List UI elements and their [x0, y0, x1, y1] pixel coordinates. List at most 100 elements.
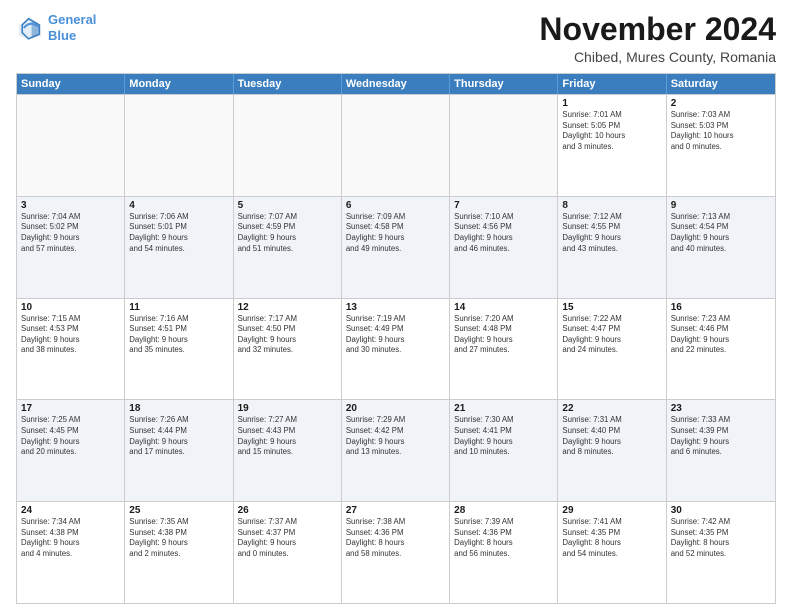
col-monday: Monday: [125, 74, 233, 94]
day-number: 10: [21, 302, 120, 313]
main-title: November 2024: [539, 12, 776, 47]
header: General Blue November 2024 Chibed, Mures…: [16, 12, 776, 65]
cal-cell: 4Sunrise: 7:06 AM Sunset: 5:01 PM Daylig…: [125, 197, 233, 298]
day-number: 18: [129, 403, 228, 414]
day-number: 28: [454, 505, 553, 516]
day-number: 7: [454, 200, 553, 211]
day-info: Sunrise: 7:34 AM Sunset: 4:38 PM Dayligh…: [21, 517, 120, 559]
day-info: Sunrise: 7:25 AM Sunset: 4:45 PM Dayligh…: [21, 415, 120, 457]
cal-cell: 23Sunrise: 7:33 AM Sunset: 4:39 PM Dayli…: [667, 400, 775, 501]
cal-cell: 19Sunrise: 7:27 AM Sunset: 4:43 PM Dayli…: [234, 400, 342, 501]
cal-cell: 18Sunrise: 7:26 AM Sunset: 4:44 PM Dayli…: [125, 400, 233, 501]
cal-cell: 29Sunrise: 7:41 AM Sunset: 4:35 PM Dayli…: [558, 502, 666, 603]
cal-cell: [450, 95, 558, 196]
day-info: Sunrise: 7:13 AM Sunset: 4:54 PM Dayligh…: [671, 212, 771, 254]
day-number: 19: [238, 403, 337, 414]
day-info: Sunrise: 7:33 AM Sunset: 4:39 PM Dayligh…: [671, 415, 771, 457]
day-number: 12: [238, 302, 337, 313]
cal-cell: 21Sunrise: 7:30 AM Sunset: 4:41 PM Dayli…: [450, 400, 558, 501]
logo-line1: General: [48, 12, 96, 27]
day-info: Sunrise: 7:19 AM Sunset: 4:49 PM Dayligh…: [346, 314, 445, 356]
cal-cell: 11Sunrise: 7:16 AM Sunset: 4:51 PM Dayli…: [125, 299, 233, 400]
day-number: 4: [129, 200, 228, 211]
day-info: Sunrise: 7:30 AM Sunset: 4:41 PM Dayligh…: [454, 415, 553, 457]
cal-cell: 10Sunrise: 7:15 AM Sunset: 4:53 PM Dayli…: [17, 299, 125, 400]
day-number: 17: [21, 403, 120, 414]
cal-cell: 28Sunrise: 7:39 AM Sunset: 4:36 PM Dayli…: [450, 502, 558, 603]
cal-cell: 2Sunrise: 7:03 AM Sunset: 5:03 PM Daylig…: [667, 95, 775, 196]
cal-cell: 27Sunrise: 7:38 AM Sunset: 4:36 PM Dayli…: [342, 502, 450, 603]
cal-cell: 7Sunrise: 7:10 AM Sunset: 4:56 PM Daylig…: [450, 197, 558, 298]
logo-text: General Blue: [48, 12, 96, 43]
calendar-body: 1Sunrise: 7:01 AM Sunset: 5:05 PM Daylig…: [17, 94, 775, 603]
day-number: 11: [129, 302, 228, 313]
day-number: 5: [238, 200, 337, 211]
cal-cell: [17, 95, 125, 196]
calendar-header: Sunday Monday Tuesday Wednesday Thursday…: [17, 74, 775, 94]
col-saturday: Saturday: [667, 74, 775, 94]
cal-cell: 16Sunrise: 7:23 AM Sunset: 4:46 PM Dayli…: [667, 299, 775, 400]
day-info: Sunrise: 7:09 AM Sunset: 4:58 PM Dayligh…: [346, 212, 445, 254]
col-thursday: Thursday: [450, 74, 558, 94]
cal-cell: 26Sunrise: 7:37 AM Sunset: 4:37 PM Dayli…: [234, 502, 342, 603]
cal-cell: 1Sunrise: 7:01 AM Sunset: 5:05 PM Daylig…: [558, 95, 666, 196]
day-number: 27: [346, 505, 445, 516]
day-number: 9: [671, 200, 771, 211]
cal-cell: 12Sunrise: 7:17 AM Sunset: 4:50 PM Dayli…: [234, 299, 342, 400]
cal-row-4: 24Sunrise: 7:34 AM Sunset: 4:38 PM Dayli…: [17, 501, 775, 603]
day-info: Sunrise: 7:35 AM Sunset: 4:38 PM Dayligh…: [129, 517, 228, 559]
day-number: 16: [671, 302, 771, 313]
day-info: Sunrise: 7:23 AM Sunset: 4:46 PM Dayligh…: [671, 314, 771, 356]
cal-cell: 5Sunrise: 7:07 AM Sunset: 4:59 PM Daylig…: [234, 197, 342, 298]
day-info: Sunrise: 7:10 AM Sunset: 4:56 PM Dayligh…: [454, 212, 553, 254]
cal-cell: 3Sunrise: 7:04 AM Sunset: 5:02 PM Daylig…: [17, 197, 125, 298]
cal-cell: [234, 95, 342, 196]
cal-cell: 17Sunrise: 7:25 AM Sunset: 4:45 PM Dayli…: [17, 400, 125, 501]
cal-row-0: 1Sunrise: 7:01 AM Sunset: 5:05 PM Daylig…: [17, 94, 775, 196]
cal-row-2: 10Sunrise: 7:15 AM Sunset: 4:53 PM Dayli…: [17, 298, 775, 400]
day-number: 15: [562, 302, 661, 313]
day-info: Sunrise: 7:16 AM Sunset: 4:51 PM Dayligh…: [129, 314, 228, 356]
col-tuesday: Tuesday: [234, 74, 342, 94]
day-info: Sunrise: 7:12 AM Sunset: 4:55 PM Dayligh…: [562, 212, 661, 254]
day-info: Sunrise: 7:20 AM Sunset: 4:48 PM Dayligh…: [454, 314, 553, 356]
day-number: 3: [21, 200, 120, 211]
col-friday: Friday: [558, 74, 666, 94]
cal-cell: 24Sunrise: 7:34 AM Sunset: 4:38 PM Dayli…: [17, 502, 125, 603]
logo: General Blue: [16, 12, 96, 43]
day-number: 22: [562, 403, 661, 414]
cal-cell: [125, 95, 233, 196]
day-info: Sunrise: 7:17 AM Sunset: 4:50 PM Dayligh…: [238, 314, 337, 356]
day-info: Sunrise: 7:04 AM Sunset: 5:02 PM Dayligh…: [21, 212, 120, 254]
day-number: 24: [21, 505, 120, 516]
page: General Blue November 2024 Chibed, Mures…: [0, 0, 792, 612]
day-number: 13: [346, 302, 445, 313]
day-number: 2: [671, 98, 771, 109]
day-info: Sunrise: 7:38 AM Sunset: 4:36 PM Dayligh…: [346, 517, 445, 559]
logo-icon: [16, 14, 44, 42]
col-sunday: Sunday: [17, 74, 125, 94]
day-number: 25: [129, 505, 228, 516]
day-number: 26: [238, 505, 337, 516]
day-info: Sunrise: 7:07 AM Sunset: 4:59 PM Dayligh…: [238, 212, 337, 254]
cal-cell: 20Sunrise: 7:29 AM Sunset: 4:42 PM Dayli…: [342, 400, 450, 501]
day-info: Sunrise: 7:27 AM Sunset: 4:43 PM Dayligh…: [238, 415, 337, 457]
day-info: Sunrise: 7:41 AM Sunset: 4:35 PM Dayligh…: [562, 517, 661, 559]
cal-cell: 8Sunrise: 7:12 AM Sunset: 4:55 PM Daylig…: [558, 197, 666, 298]
cal-cell: 13Sunrise: 7:19 AM Sunset: 4:49 PM Dayli…: [342, 299, 450, 400]
day-info: Sunrise: 7:22 AM Sunset: 4:47 PM Dayligh…: [562, 314, 661, 356]
day-number: 23: [671, 403, 771, 414]
calendar: Sunday Monday Tuesday Wednesday Thursday…: [16, 73, 776, 604]
day-number: 1: [562, 98, 661, 109]
day-info: Sunrise: 7:01 AM Sunset: 5:05 PM Dayligh…: [562, 110, 661, 152]
title-block: November 2024 Chibed, Mures County, Roma…: [539, 12, 776, 65]
day-info: Sunrise: 7:26 AM Sunset: 4:44 PM Dayligh…: [129, 415, 228, 457]
cal-cell: 15Sunrise: 7:22 AM Sunset: 4:47 PM Dayli…: [558, 299, 666, 400]
cal-cell: 14Sunrise: 7:20 AM Sunset: 4:48 PM Dayli…: [450, 299, 558, 400]
col-wednesday: Wednesday: [342, 74, 450, 94]
cal-row-1: 3Sunrise: 7:04 AM Sunset: 5:02 PM Daylig…: [17, 196, 775, 298]
day-info: Sunrise: 7:42 AM Sunset: 4:35 PM Dayligh…: [671, 517, 771, 559]
day-number: 6: [346, 200, 445, 211]
day-info: Sunrise: 7:03 AM Sunset: 5:03 PM Dayligh…: [671, 110, 771, 152]
cal-cell: 6Sunrise: 7:09 AM Sunset: 4:58 PM Daylig…: [342, 197, 450, 298]
